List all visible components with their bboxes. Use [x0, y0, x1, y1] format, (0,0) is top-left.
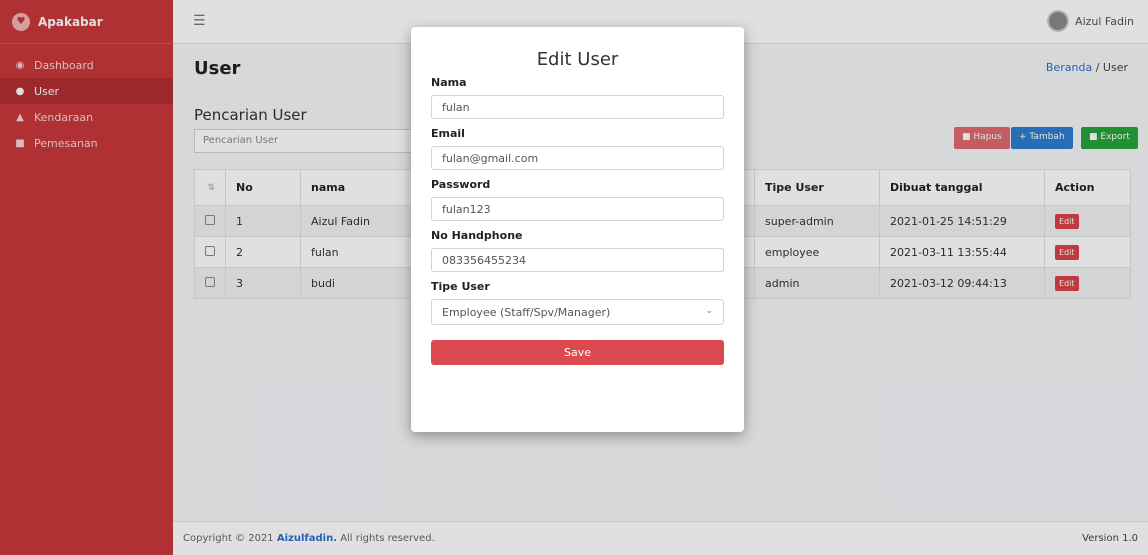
- edit-user-modal: Edit User Nama fulan Email fulan@gmail.c…: [411, 27, 744, 432]
- chevron-down-icon: ⌄: [705, 306, 713, 316]
- tipe-user-select[interactable]: Employee (Staff/Spv/Manager) ⌄: [431, 299, 724, 325]
- password-label: Password: [431, 178, 491, 191]
- password-field[interactable]: fulan123: [431, 197, 724, 221]
- save-button[interactable]: Save: [431, 340, 724, 365]
- tipe-user-value: Employee (Staff/Spv/Manager): [442, 306, 611, 319]
- modal-title: Edit User: [536, 49, 619, 70]
- email-label: Email: [431, 127, 465, 140]
- phone-field[interactable]: 083356455234: [431, 248, 724, 272]
- phone-label: No Handphone: [431, 229, 523, 242]
- email-field[interactable]: fulan@gmail.com: [431, 146, 724, 170]
- nama-label: Nama: [431, 76, 467, 89]
- nama-field[interactable]: fulan: [431, 95, 724, 119]
- tipe-user-label: Tipe User: [431, 280, 490, 293]
